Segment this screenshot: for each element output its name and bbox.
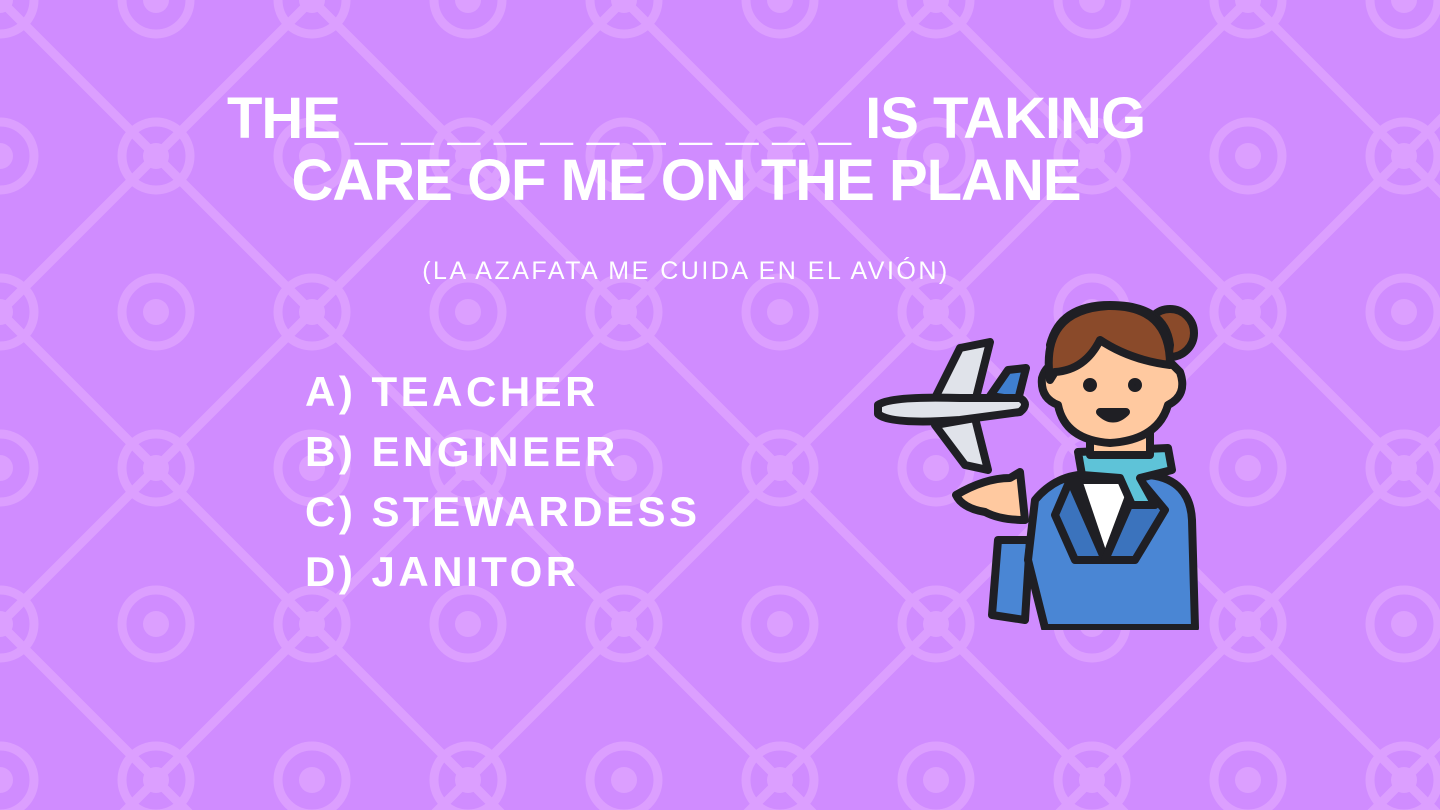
option-c-letter: C) (305, 488, 357, 535)
translation-hint: (LA AZAFATA ME CUIDA EN EL AVIÓN) (422, 257, 950, 285)
option-a-text: TEACHER (371, 368, 600, 415)
answer-options: A) TEACHER B) ENGINEER C) STEWARDESS D) … (305, 362, 825, 602)
option-a[interactable]: A) TEACHER (305, 362, 825, 422)
option-a-letter: A) (305, 368, 357, 415)
option-d-letter: D) (305, 548, 357, 595)
question-text: THE _ _ _ _ _ _ _ _ _ _ _ IS TAKING CARE… (0, 88, 1372, 212)
option-c[interactable]: C) STEWARDESS (305, 482, 825, 542)
option-b-text: ENGINEER (371, 428, 619, 475)
option-d-text: JANITOR (371, 548, 580, 595)
option-b-letter: B) (305, 428, 357, 475)
airplane-icon (874, 338, 1030, 474)
option-d[interactable]: D) JANITOR (305, 542, 825, 602)
question-line-1: THE _ _ _ _ _ _ _ _ _ _ _ IS TAKING (226, 86, 1146, 151)
question-line-2: CARE OF ME ON THE PLANE (291, 148, 1081, 213)
option-c-text: STEWARDESS (371, 488, 701, 535)
stewardess-with-airplane-icon (874, 301, 1199, 630)
option-b[interactable]: B) ENGINEER (305, 422, 825, 482)
